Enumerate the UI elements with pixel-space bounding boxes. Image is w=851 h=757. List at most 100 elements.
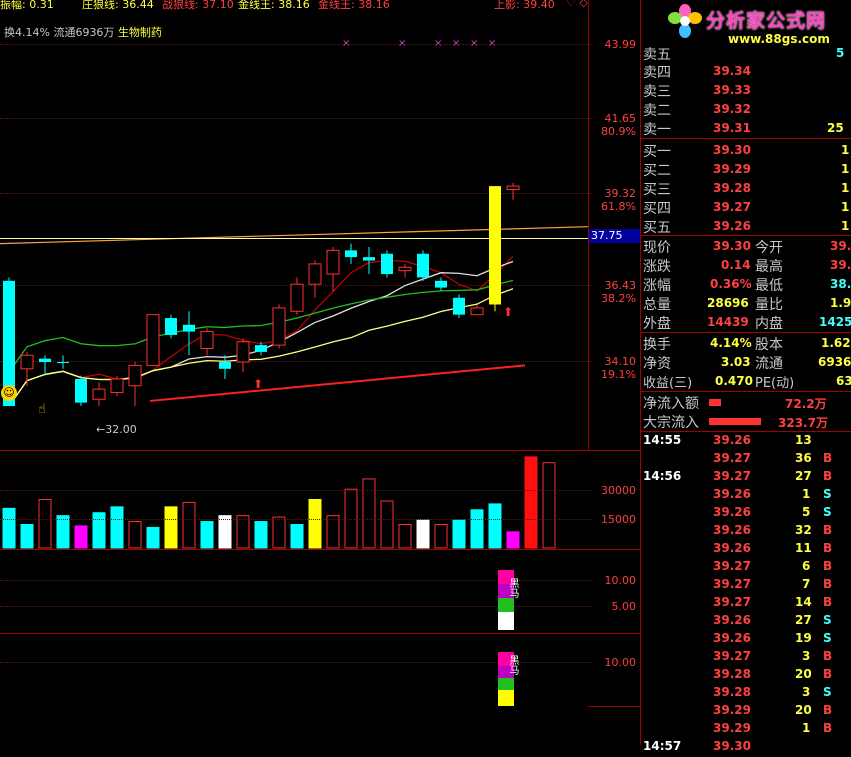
order-sell1-vol: 25 [827, 121, 844, 135]
order-sell3-price: 39.33 [713, 83, 751, 97]
tick-price: 39.29 [713, 703, 751, 717]
order-sell2-price: 39.32 [713, 102, 751, 116]
tick-vol: 32 [795, 523, 812, 537]
candle-body [219, 362, 231, 369]
price-axis-label: 36.43 [604, 279, 637, 292]
candle-body [236, 341, 250, 363]
tick-price: 39.27 [713, 649, 751, 663]
flow-net-label: 净流入额 [643, 396, 699, 412]
pane-separator [0, 549, 640, 550]
volume-bar [200, 521, 214, 549]
tick-side: B [823, 451, 833, 465]
pane-separator [0, 450, 640, 451]
tick-row: 39.27 36 B [643, 451, 851, 469]
price-axis-label: 39.32 [604, 187, 637, 200]
volume-bar [146, 526, 160, 549]
price-axis-label: 80.9% [601, 125, 636, 138]
volume-bar [380, 500, 394, 549]
quote-zongliang-label: 总量 [643, 297, 671, 313]
quote-shouyi-value: 0.470 [715, 374, 753, 388]
flow-block-label: 大宗流入 [643, 415, 699, 431]
candle-body [183, 324, 195, 332]
tick-side: B [823, 703, 833, 717]
flow-block-bar [709, 418, 761, 425]
order-buy1-label: 买一 [643, 144, 671, 160]
order-buy2-price: 39.29 [713, 162, 751, 176]
tick-price: 39.27 [713, 577, 751, 591]
order-buy1-price: 39.30 [713, 143, 751, 157]
tick-side: B [823, 721, 833, 735]
volume-bar [110, 506, 124, 549]
tick-price: 39.26 [713, 505, 751, 519]
panel-separator [641, 391, 851, 392]
tick-row: 39.26 27 S [643, 613, 851, 631]
tick-side: B [823, 469, 833, 483]
tick-vol: 3 [802, 685, 811, 699]
tick-vol: 5 [802, 505, 811, 519]
candle-body [363, 257, 375, 261]
candle-body [489, 186, 501, 305]
candle-body [417, 253, 429, 278]
tick-price: 39.27 [713, 469, 751, 483]
order-sell5-label: 卖五 [643, 47, 671, 62]
volume-bar [218, 515, 232, 549]
order-buy4-vol: 1 [841, 200, 850, 214]
tick-row: 14:56 39.27 27 B [643, 469, 851, 487]
up-arrow-icon: ⬆ [503, 305, 514, 319]
candle-body [146, 314, 160, 366]
volume-bar [290, 523, 304, 549]
tick-vol: 6 [802, 559, 811, 573]
tick-price: 39.27 [713, 595, 751, 609]
quote-zuigao-label: 最高 [755, 259, 783, 275]
quote-pe-value: 63 [836, 374, 851, 388]
tick-vol: 20 [795, 703, 812, 717]
kline-chart[interactable]: 振幅: 0.31 庄狼线: 36.44 战狼线: 37.10 金线王: 38.1… [0, 0, 640, 745]
pane-separator [0, 633, 640, 634]
quote-zuidi-value: 38.9 [830, 277, 851, 291]
candle-body [200, 331, 214, 349]
tick-time: 14:57 [643, 739, 682, 753]
panel-separator [641, 332, 851, 333]
tick-vol: 27 [795, 613, 812, 627]
candle-body [128, 364, 142, 387]
candle-body [75, 378, 87, 403]
tick-price: 39.26 [713, 487, 751, 501]
volume-bar [74, 525, 88, 549]
tick-row: 14:57 39.30 [643, 739, 851, 757]
tick-price: 39.26 [713, 523, 751, 537]
quote-zongliang-value: 28696 [707, 296, 749, 310]
low-price-annotation: ←32.00 [96, 423, 137, 436]
tick-row: 39.26 11 B [643, 541, 851, 559]
order-buy4-label: 买四 [643, 201, 671, 217]
order-sell1-price: 39.31 [713, 121, 751, 135]
tick-vol: 1 [802, 487, 811, 501]
tick-side: B [823, 559, 833, 573]
volume-bar [182, 501, 196, 549]
order-sell1-label: 卖一 [643, 122, 671, 138]
tick-row: 39.28 20 B [643, 667, 851, 685]
indicator-axis-label: 10.00 [604, 574, 637, 587]
quote-liangbi-label: 量比 [755, 297, 783, 313]
tick-row: 39.26 32 B [643, 523, 851, 541]
indicator-tag: 黑马 [507, 578, 518, 598]
quote-zhangfu-label: 涨幅 [643, 278, 671, 294]
quote-neipan-label: 内盘 [755, 316, 783, 332]
tick-row: 39.28 3 S [643, 685, 851, 703]
volume-bar [236, 515, 250, 549]
order-buy5-price: 39.26 [713, 219, 751, 233]
candle-body [345, 250, 357, 258]
candle-body [506, 185, 520, 190]
tick-time: 14:56 [643, 469, 682, 483]
panel-separator [641, 431, 851, 432]
hand-pointer-icon: ☝ [38, 402, 46, 417]
volume-bar [164, 506, 178, 549]
quote-zhangdie-value: 0.14 [721, 258, 751, 272]
price-axis-label: 41.65 [604, 112, 637, 125]
tick-side: B [823, 541, 833, 555]
candle-body [290, 283, 304, 312]
tick-price: 39.30 [713, 739, 751, 753]
tick-price: 39.26 [713, 613, 751, 627]
quote-zhangdie-label: 涨跌 [643, 259, 671, 275]
support-line [149, 364, 526, 402]
volume-bar [128, 521, 142, 549]
